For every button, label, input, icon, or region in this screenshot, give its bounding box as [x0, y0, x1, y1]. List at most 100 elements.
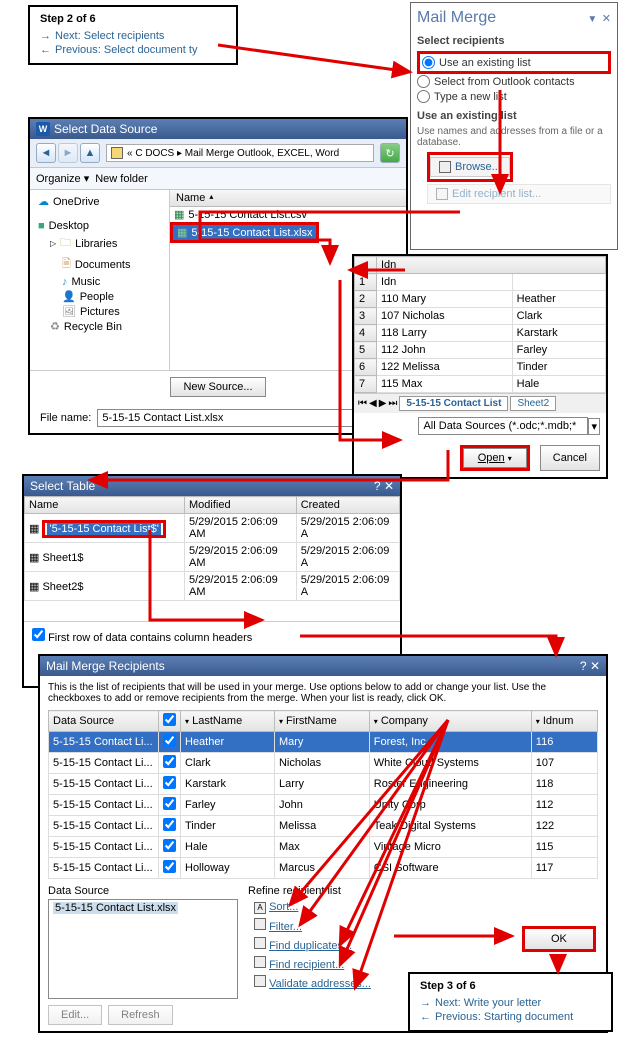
help-icon[interactable]: ? [374, 479, 381, 493]
sheet-tab-contact-list[interactable]: 5-15-15 Contact List [399, 396, 508, 411]
col-header[interactable]: ▾ Company [369, 711, 531, 732]
find-recipient-link[interactable]: Find recipient... [254, 956, 598, 971]
col-name[interactable]: Name [25, 497, 185, 514]
edit-button[interactable]: Edit... [48, 1005, 102, 1025]
col-header[interactable]: ▾ Idnum [531, 711, 597, 732]
recipient-row[interactable]: 5-15-15 Contact Li...ClarkNicholasWhite … [49, 753, 598, 774]
sheet-nav-next-icon[interactable]: ▶ [379, 398, 387, 409]
col-header[interactable]: ▾ FirstName [274, 711, 369, 732]
col-created[interactable]: Created [296, 497, 399, 514]
next-select-recipients-link[interactable]: →Next: Select recipients [40, 29, 226, 43]
table-row[interactable]: 6122 MelissaTinder [355, 359, 606, 376]
arrow-left-icon: ← [40, 44, 51, 56]
forward-button[interactable]: ► [58, 143, 78, 163]
recipient-row[interactable]: 5-15-15 Contact Li...HeatherMaryForest, … [49, 732, 598, 753]
outlook-contacts-option[interactable]: Select from Outlook contacts [417, 74, 611, 89]
name-column-header[interactable]: Name [176, 192, 205, 204]
use-existing-list-heading: Use an existing list [417, 110, 611, 122]
select-all-checkbox[interactable] [163, 713, 176, 726]
documents-node[interactable]: 🗎Documents [62, 254, 161, 275]
organize-button[interactable]: Organize ▾ [36, 172, 89, 185]
type-new-list-option[interactable]: Type a new list [417, 89, 611, 104]
table-row[interactable]: 5112 JohnFarley [355, 342, 606, 359]
browse-button[interactable]: Browse... [430, 157, 510, 177]
table-row[interactable]: ▦ Sheet1$ 5/29/2015 2:06:09 AM 5/29/2015… [25, 543, 400, 572]
filter-dropdown[interactable]: ▾ [588, 418, 600, 435]
first-row-checkbox[interactable]: First row of data contains column header… [32, 632, 252, 644]
radio-new-list[interactable] [417, 90, 430, 103]
refresh-button[interactable]: ↻ [380, 143, 400, 163]
people-node[interactable]: 👤People [62, 289, 161, 304]
recipient-row[interactable]: 5-15-15 Contact Li...TinderMelissaTeak D… [49, 816, 598, 837]
recipient-row[interactable]: 5-15-15 Contact Li...HollowayMarcusCSI S… [49, 858, 598, 879]
up-button[interactable]: ▲ [80, 143, 100, 163]
table-row[interactable]: 1Idn [355, 274, 606, 291]
recipient-row[interactable]: 5-15-15 Contact Li...FarleyJohnUnity Cor… [49, 795, 598, 816]
libraries-node[interactable]: ▷🗀Libraries [50, 233, 161, 254]
refresh-button[interactable]: Refresh [108, 1005, 173, 1025]
table-row[interactable]: 7115 MaxHale [355, 376, 606, 393]
row-checkbox[interactable] [163, 818, 176, 831]
table-row[interactable]: ▦ Sheet2$ 5/29/2015 2:06:09 AM 5/29/2015… [25, 572, 400, 601]
col-header[interactable]: Idn [377, 257, 606, 274]
sheet-nav-last-icon[interactable]: ⏭ [388, 398, 397, 409]
col-header[interactable]: ▾ LastName [181, 711, 275, 732]
cell: Hale [181, 837, 275, 858]
row-checkbox[interactable] [163, 860, 176, 873]
edit-recipient-list-button[interactable]: Edit recipient list... [427, 184, 611, 204]
path-bar[interactable]: « C DOCS ▸ Mail Merge Outlook, EXCEL, Wo… [106, 144, 374, 162]
row-checkbox[interactable] [163, 755, 176, 768]
table-row[interactable]: 4118 LarryKarstark [355, 325, 606, 342]
new-source-button[interactable]: New Source... [170, 377, 265, 397]
sheet-tab-sheet2[interactable]: Sheet2 [510, 396, 556, 411]
new-folder-button[interactable]: New folder [95, 173, 148, 185]
dropdown-icon[interactable]: ▼ [587, 14, 597, 25]
expand-icon[interactable]: ▷ [50, 239, 56, 248]
previous-document-type-link[interactable]: ←Previous: Select document ty [40, 43, 226, 57]
recipients-ok-button[interactable]: OK [522, 926, 596, 952]
link-label: Find duplicates... [269, 940, 352, 952]
use-existing-list-option[interactable]: Use an existing list [422, 55, 606, 70]
pictures-node[interactable]: 🖼Pictures [62, 304, 161, 319]
cell: Holloway [181, 858, 275, 879]
row-checkbox[interactable] [163, 734, 176, 747]
file-row-xlsx[interactable]: ▦5-15-15 Contact List.xlsx [173, 225, 316, 240]
back-button[interactable]: ◄ [36, 143, 56, 163]
first-row-checkbox-row: First row of data contains column header… [24, 621, 400, 650]
close-icon[interactable]: ✕ [602, 13, 611, 25]
close-icon[interactable]: ✕ [590, 659, 600, 673]
music-node[interactable]: ♪Music [62, 275, 161, 289]
desktop-node[interactable]: ■Desktop [38, 219, 161, 233]
onedrive-node[interactable]: ☁OneDrive [38, 194, 161, 209]
cancel-button[interactable]: Cancel [540, 445, 600, 471]
recipient-row[interactable]: 5-15-15 Contact Li...KarstarkLarryRoster… [49, 774, 598, 795]
filter-select[interactable] [418, 417, 588, 435]
dropdown-icon: ▾ [374, 717, 378, 726]
radio-outlook[interactable] [417, 75, 430, 88]
col-header-check[interactable] [159, 711, 181, 732]
recycle-node[interactable]: ♻Recycle Bin [50, 319, 161, 334]
close-icon[interactable]: ✕ [384, 479, 394, 493]
open-button[interactable]: Open ▾ [463, 448, 527, 468]
sheet-nav-first-icon[interactable]: ⏮ [358, 398, 367, 409]
recipient-row[interactable]: 5-15-15 Contact Li...HaleMaxVintage Micr… [49, 837, 598, 858]
table-row[interactable]: ▦ '5-15-15 Contact List$' 5/29/2015 2:06… [25, 514, 400, 543]
col-modified[interactable]: Modified [185, 497, 297, 514]
checkbox[interactable] [32, 628, 45, 641]
help-icon[interactable]: ? [580, 659, 587, 673]
next-write-letter-link[interactable]: →Next: Write your letter [420, 996, 601, 1010]
table-row[interactable]: 3107 NicholasClark [355, 308, 606, 325]
filename-input[interactable] [97, 409, 378, 427]
radio-existing-list[interactable] [422, 56, 435, 69]
sort-link[interactable]: A Sort... [254, 901, 598, 914]
table-icon: ▦ [29, 523, 39, 535]
col-header[interactable]: Data Source [49, 711, 159, 732]
row-checkbox[interactable] [163, 797, 176, 810]
file-row-csv[interactable]: ▦5-15-15 Contact List.csv [170, 207, 406, 222]
table-row[interactable]: 2110 MaryHeather [355, 291, 606, 308]
row-checkbox[interactable] [163, 776, 176, 789]
data-source-listbox[interactable]: 5-15-15 Contact List.xlsx [48, 899, 238, 999]
previous-starting-doc-link[interactable]: ←Previous: Starting document [420, 1010, 601, 1024]
sheet-nav-prev-icon[interactable]: ◀ [369, 398, 377, 409]
row-checkbox[interactable] [163, 839, 176, 852]
